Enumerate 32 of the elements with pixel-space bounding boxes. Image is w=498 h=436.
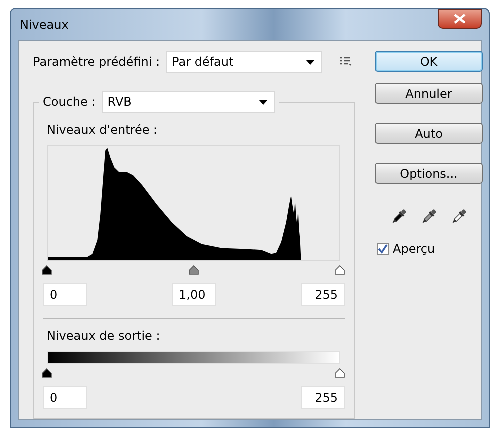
preview-label: Aperçu [393,242,436,256]
slider-handle[interactable] [335,368,345,378]
preset-label: Paramètre prédéfini : [33,55,160,69]
checkmark-icon [378,244,388,254]
window-title: Niveaux [19,18,69,32]
dialog-button[interactable]: OK [375,51,483,72]
dialog-button[interactable]: Annuler [375,83,483,104]
output-max-field[interactable]: 255 [301,386,345,409]
channel-label: Couche : [43,95,96,109]
eyedropper-icon[interactable] [390,208,408,226]
slider-handle[interactable] [335,265,345,275]
close-button[interactable] [438,8,482,28]
dropdown-arrow-icon [258,100,268,104]
dropdown-arrow-icon [306,60,316,64]
input-gamma-field[interactable]: 1,00 [172,283,216,306]
preset-dropdown[interactable]: Par défaut [166,51,322,73]
slider-handle[interactable] [42,265,52,275]
slider-handle[interactable] [42,368,52,378]
slider-handle[interactable] [188,265,198,275]
output-min-field[interactable]: 0 [43,386,87,409]
eyedropper-icon[interactable] [450,208,468,226]
dialog-button[interactable]: Options... [375,163,483,184]
input-levels-label: Niveaux d'entrée : [47,123,159,137]
preview-checkbox[interactable] [377,243,389,255]
close-icon [454,14,466,24]
list-menu-icon[interactable] [340,57,352,67]
eyedropper-icon[interactable] [420,208,438,226]
output-levels-label: Niveaux de sortie : [47,329,162,343]
input-min-field[interactable]: 0 [43,283,87,306]
dialog-button[interactable]: Auto [375,123,483,144]
channel-dropdown[interactable]: RVB [102,91,275,113]
input-max-field[interactable]: 255 [301,283,345,306]
